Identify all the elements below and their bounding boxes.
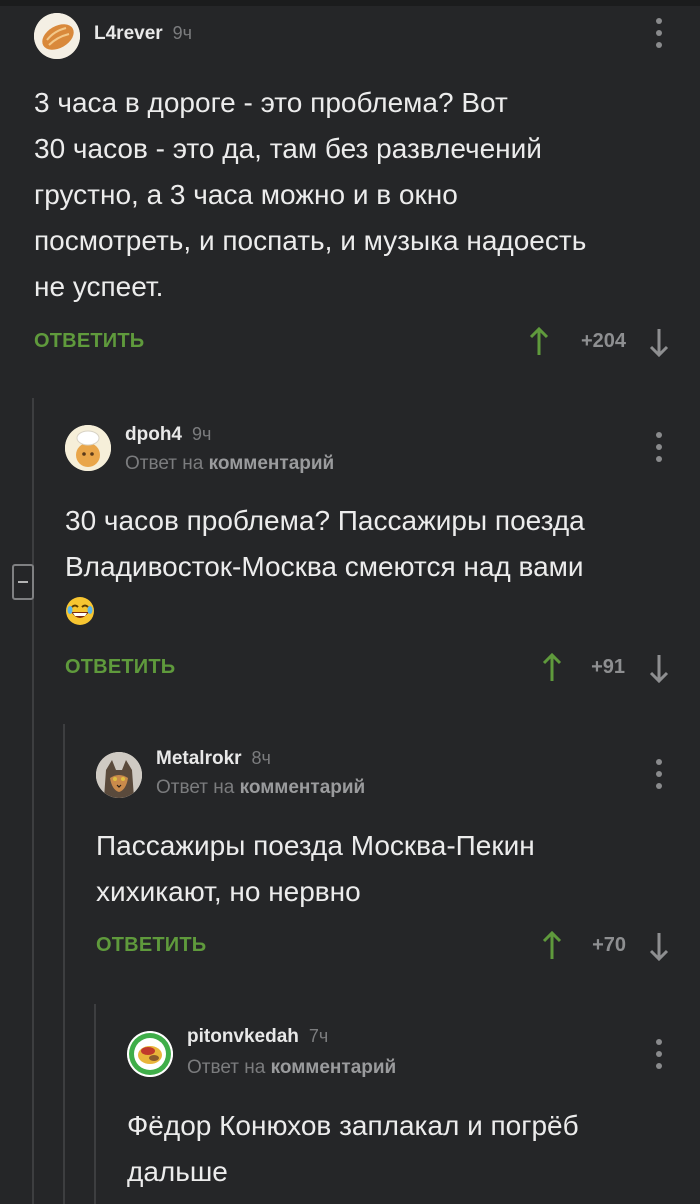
comment-text: Пассажиры поезда Москва-Пекин хихикают, … [96, 830, 535, 907]
downvote-arrow-icon[interactable] [648, 327, 670, 358]
more-options-icon[interactable] [655, 759, 663, 789]
comment-text: Фёдор Конюхов заплакал и погрёб дальше [127, 1110, 579, 1187]
collapse-thread-button[interactable] [12, 564, 34, 600]
reply-to-link[interactable]: Ответ на комментарий [187, 1057, 396, 1079]
cook-avatar-icon[interactable] [65, 425, 111, 471]
upvote-arrow-icon[interactable] [541, 652, 563, 683]
bread-avatar-icon[interactable] [34, 13, 80, 59]
upvote-arrow-icon[interactable] [528, 326, 550, 357]
username[interactable]: pitonvkedah 7ч [187, 1026, 328, 1048]
comment-score: +91 [591, 656, 625, 678]
thread-line-level-3[interactable] [94, 1004, 96, 1204]
comment-time: 9ч [172, 23, 193, 43]
comment-text: 30 часов проблема? Пассажиры поезда Влад… [65, 498, 585, 636]
reply-button[interactable]: ОТВЕТИТЬ [96, 934, 206, 957]
thread-line-level-1[interactable] [32, 398, 34, 1204]
comment: Metalrokr 8ч Ответ на комментарий Пассажи… [96, 748, 676, 972]
username[interactable]: Metalrokr 8ч [156, 748, 271, 770]
cat-avatar-icon[interactable] [96, 752, 142, 798]
comment-time: 8ч [251, 748, 271, 768]
comment: dpoh4 9ч Ответ на комментарий 30 часов пр… [65, 424, 675, 695]
comment-text: 3 часа в дороге - это проблема? Вот 30 ч… [34, 87, 587, 302]
more-options-icon[interactable] [655, 18, 663, 48]
more-options-icon[interactable] [655, 1039, 663, 1069]
upvote-arrow-icon[interactable] [541, 930, 563, 961]
comment-score: +204 [580, 330, 626, 352]
comment: L4rever 9ч 3 часа в дороге - это проблема… [34, 13, 674, 373]
laughing-emoji-icon [65, 594, 95, 625]
reply-button[interactable]: ОТВЕТИТЬ [65, 656, 175, 679]
username[interactable]: L4rever 9ч [94, 23, 192, 45]
downvote-arrow-icon[interactable] [648, 931, 670, 962]
reply-to-link[interactable]: Ответ на комментарий [156, 777, 365, 799]
comment-time: 7ч [308, 1026, 329, 1046]
more-options-icon[interactable] [655, 432, 663, 462]
username[interactable]: dpoh4 9ч [125, 424, 211, 446]
comment-time: 9ч [192, 424, 212, 444]
comment-score: +70 [592, 934, 626, 956]
reply-to-link[interactable]: Ответ на комментарий [125, 453, 334, 475]
comment: pitonvkedah 7ч Ответ на комментарий Фёдор… [127, 1026, 677, 1204]
reply-button[interactable]: ОТВЕТИТЬ [34, 330, 144, 353]
thread-line-level-2[interactable] [63, 724, 65, 1204]
downvote-arrow-icon[interactable] [648, 653, 670, 684]
food-avatar-icon[interactable] [127, 1031, 173, 1077]
top-bar [0, 0, 700, 6]
